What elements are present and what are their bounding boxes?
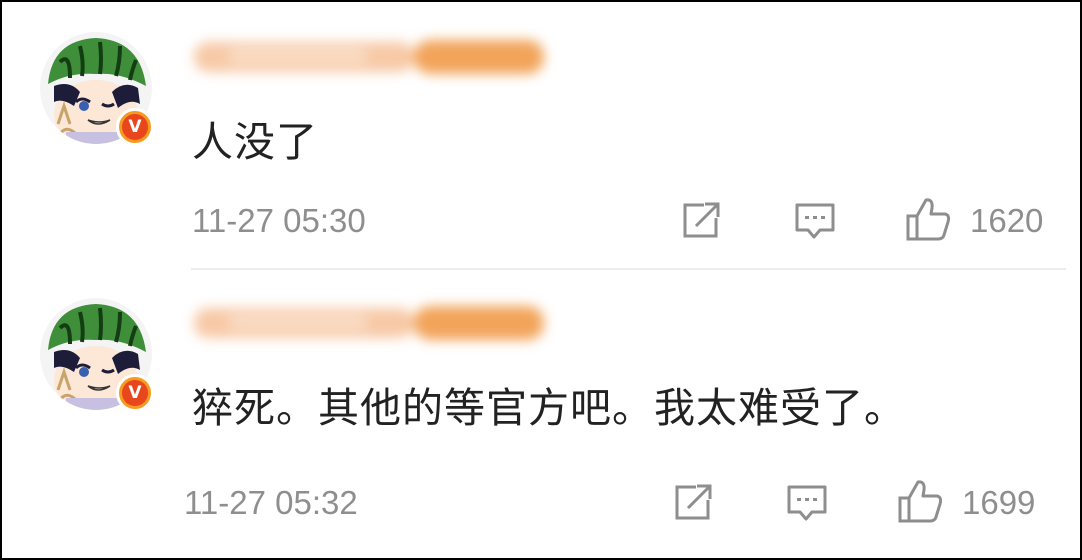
username-redacted[interactable] bbox=[188, 30, 554, 86]
username-blur-shape bbox=[194, 306, 544, 340]
comment-time: 11-27 05:30 bbox=[192, 202, 366, 239]
comment-text: 人没了 bbox=[192, 118, 318, 166]
comment-list: V 人没了 11-27 05:30 1620 V 猝死。其他的等官方吧。我太难受… bbox=[0, 0, 1082, 560]
verified-badge: V bbox=[116, 108, 154, 146]
comment-time: 11-27 05:32 bbox=[184, 484, 358, 521]
like-icon[interactable] bbox=[896, 478, 944, 528]
comment-divider bbox=[191, 268, 1066, 270]
avatar[interactable]: V bbox=[40, 32, 154, 146]
like-count: 1620 bbox=[970, 202, 1044, 239]
like-count: 1699 bbox=[962, 484, 1036, 521]
verified-badge-label: V bbox=[122, 114, 148, 140]
username-redacted[interactable] bbox=[188, 296, 554, 352]
share-icon[interactable] bbox=[672, 482, 714, 526]
username-blur-shape bbox=[194, 40, 544, 74]
comment-text: 猝死。其他的等官方吧。我太难受了。 bbox=[192, 384, 906, 432]
comment-icon[interactable] bbox=[794, 200, 836, 246]
verified-badge-label: V bbox=[122, 380, 148, 406]
share-icon[interactable] bbox=[680, 200, 722, 244]
like-icon[interactable] bbox=[904, 196, 952, 246]
comment-icon[interactable] bbox=[786, 482, 828, 528]
verified-badge: V bbox=[116, 374, 154, 412]
avatar[interactable]: V bbox=[40, 298, 154, 412]
